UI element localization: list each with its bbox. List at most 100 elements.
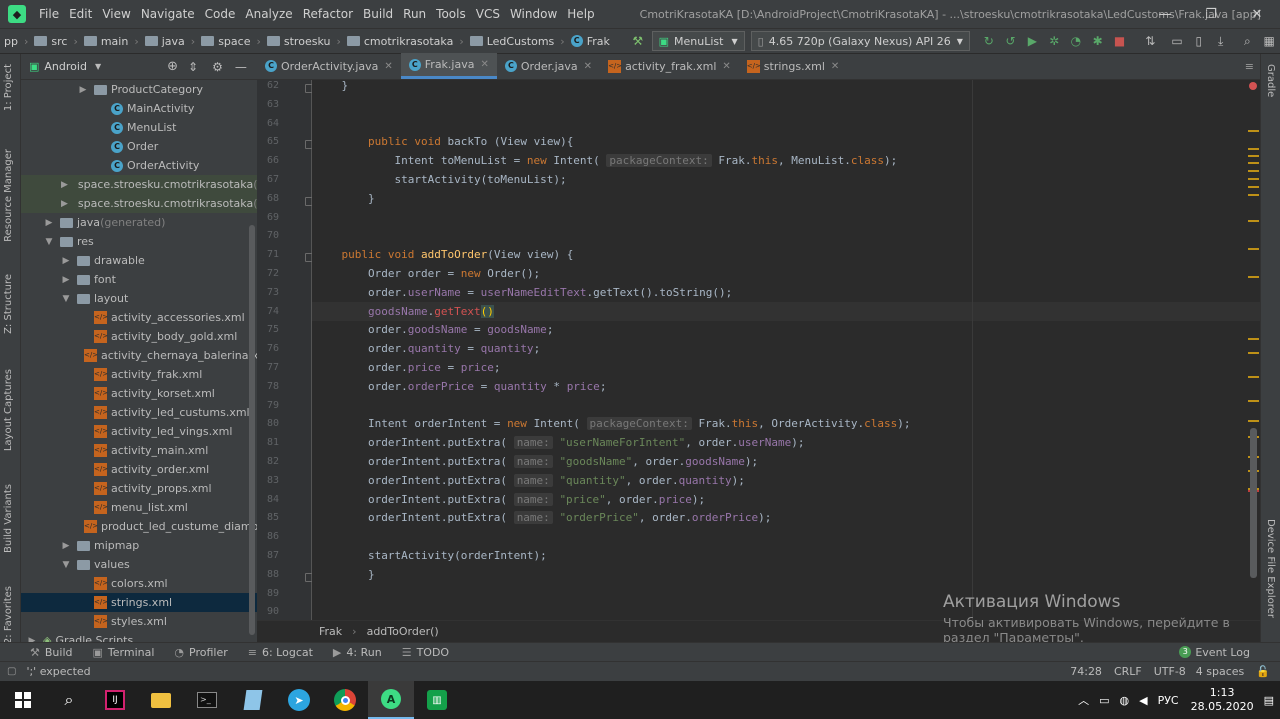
tree-item[interactable]: </> activity_korset.xml [21,384,257,403]
code-line[interactable] [312,527,1260,546]
run-config-select[interactable]: ▣ MenuList ▼ [651,31,745,51]
windows-start-icon[interactable] [0,681,46,719]
expanded-arrow-icon[interactable]: ▼ [61,294,71,304]
error-stripe[interactable] [1245,80,1260,620]
layout-toggle-icon[interactable]: ▢ [7,666,16,677]
tab-structure[interactable]: Z: Structure [3,274,14,334]
code-line[interactable]: startActivity(toMenuList); [312,170,1260,189]
editor-tab[interactable]: </> activity_frak.xml ✕ [600,53,739,79]
tab-project[interactable]: 1: Project [3,64,14,111]
breadcrumb-cmotrikrasotaka[interactable]: cmotrikrasotaka [343,35,457,48]
sdk-manager-icon[interactable]: ⤓ [1211,31,1231,51]
tree-item[interactable]: ▶ java (generated) [21,213,257,232]
tree-item[interactable]: C MainActivity [21,99,257,118]
menu-view[interactable]: View [97,7,135,21]
warning-marker[interactable] [1248,148,1259,150]
tree-item[interactable]: ▶ ProductCategory [21,80,257,99]
breadcrumb-main[interactable]: main [80,35,132,48]
collapsed-arrow-icon[interactable]: ▶ [61,180,68,190]
toolwin-terminal[interactable]: ▣ Terminal [93,646,155,659]
expanded-arrow-icon[interactable]: ▼ [61,560,71,570]
layout-inspector-icon[interactable]: ▭ [1167,31,1187,51]
tab-layout-captures[interactable]: Layout Captures [3,369,14,451]
editor-tab[interactable]: </> strings.xml ✕ [739,53,847,79]
warning-marker[interactable] [1248,170,1259,172]
tree-item[interactable]: </> activity_main.xml [21,441,257,460]
project-view-select[interactable]: Android [44,60,87,73]
menu-navigate[interactable]: Navigate [136,7,200,21]
tree-item[interactable]: </> activity_frak.xml [21,365,257,384]
tree-item[interactable]: ▼ layout [21,289,257,308]
apply-changes-icon[interactable]: ↻ [979,31,999,51]
code-line[interactable]: } [312,80,1260,95]
toolwin-profiler[interactable]: ◔ Profiler [174,646,227,659]
warning-marker[interactable] [1248,178,1259,180]
volume-icon[interactable]: ◀ [1139,694,1147,707]
breadcrumb-space[interactable]: space [197,35,254,48]
code-line[interactable] [312,208,1260,227]
menu-code[interactable]: Code [200,7,241,21]
tree-item[interactable]: </> styles.xml [21,612,257,631]
close-icon[interactable]: ✕ [480,59,488,70]
tree-item[interactable]: </> activity_chernaya_balerina.xml [21,346,257,365]
tree-item[interactable]: </> colors.xml [21,574,257,593]
code-line[interactable]: order.userName = userNameEditText.getTex… [312,283,1260,302]
tree-item[interactable]: C OrderActivity [21,156,257,175]
code-line[interactable]: } [312,189,1260,208]
battery-icon[interactable]: ▭ [1099,694,1109,707]
search-icon[interactable]: ⌕ [46,681,92,719]
code-editor[interactable]: } public void backTo (View view){ Intent… [312,80,1260,620]
editor-scrollbar-thumb[interactable] [1250,428,1257,578]
hammer-icon[interactable]: ⚒ [628,31,648,51]
tree-item[interactable]: ▶space.stroesku.cmotrikrasotaka (t [21,194,257,213]
error-indicator-icon[interactable] [1249,82,1257,90]
menu-window[interactable]: Window [505,7,562,21]
toolwin-logcat[interactable]: ≡ 6: Logcat [248,646,313,659]
menu-run[interactable]: Run [398,7,431,21]
code-line[interactable]: orderIntent.putExtra( name: "orderPrice"… [312,508,1260,527]
code-line[interactable]: Intent orderIntent = new Intent( package… [312,414,1260,433]
expanded-arrow-icon[interactable]: ▼ [44,237,54,247]
notifications-icon[interactable]: ▤ [1264,694,1274,707]
code-line[interactable]: orderIntent.putExtra( name: "quantity", … [312,471,1260,490]
debug-icon[interactable]: ✲ [1044,31,1064,51]
menu-build[interactable]: Build [358,7,398,21]
line-separator[interactable]: CRLF [1114,665,1142,678]
indent-setting[interactable]: 4 spaces [1196,665,1245,678]
code-line[interactable]: public void backTo (View view){ [312,132,1260,151]
menu-refactor[interactable]: Refactor [298,7,358,21]
warning-marker[interactable] [1248,400,1259,402]
code-line[interactable]: Order order = new Order(); [312,264,1260,283]
tree-item[interactable]: ▶space.stroesku.cmotrikrasotaka (a [21,175,257,194]
tab-build-variants[interactable]: Build Variants [3,484,14,553]
warning-marker[interactable] [1248,420,1259,422]
crumb-method[interactable]: addToOrder() [367,625,439,638]
search-icon[interactable]: ⌕ [1238,31,1258,51]
warning-marker[interactable] [1248,352,1259,354]
breadcrumb-ledcustoms[interactable]: LedCustoms [466,35,559,48]
app-icon[interactable]: ▥ [414,681,460,719]
tree-item[interactable]: ▶ mipmap [21,536,257,555]
close-icon[interactable]: ✕ [584,61,592,72]
android-studio-taskbar-icon[interactable]: A [368,681,414,719]
tab-gradle[interactable]: Gradle [1265,64,1276,97]
code-line[interactable] [312,114,1260,133]
tree-item[interactable]: </> activity_order.xml [21,460,257,479]
code-line[interactable]: Intent toMenuList = new Intent( packageC… [312,151,1260,170]
menu-tools[interactable]: Tools [431,7,471,21]
code-line[interactable]: goodsName.getText() [312,301,1260,321]
tree-item[interactable]: ▼ res [21,232,257,251]
profile-icon[interactable]: ◔ [1066,31,1086,51]
menu-vcs[interactable]: VCS [471,7,505,21]
tree-item[interactable]: </> activity_props.xml [21,479,257,498]
close-icon[interactable]: ✕ [831,61,839,72]
chevron-down-icon[interactable]: ▼ [95,62,101,71]
collapsed-arrow-icon[interactable]: ▶ [61,256,71,266]
project-structure-icon[interactable]: ▦ [1259,31,1279,51]
tree-item[interactable]: ▶ drawable [21,251,257,270]
caret-position[interactable]: 74:28 [1070,665,1102,678]
collapsed-arrow-icon[interactable]: ▶ [61,275,71,285]
code-line[interactable] [312,226,1260,245]
tray-chevron-icon[interactable]: ︿ [1078,692,1089,708]
menu-help[interactable]: Help [562,7,599,21]
